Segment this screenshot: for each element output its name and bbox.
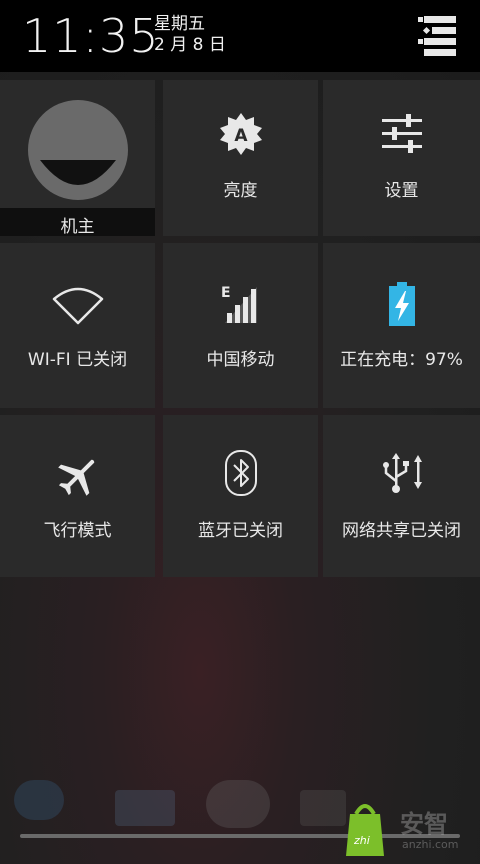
tile-brightness[interactable]: A 亮度 bbox=[163, 80, 318, 236]
dock-app-icon bbox=[14, 780, 64, 820]
watermark-url: anzhi.com bbox=[402, 838, 459, 851]
tile-owner[interactable]: 机主 bbox=[0, 80, 155, 236]
date-block: 星期五 2 月 8 日 bbox=[154, 14, 226, 56]
battery-charging-icon bbox=[388, 282, 415, 326]
tile-bluetooth[interactable]: 蓝牙已关闭 bbox=[163, 415, 318, 577]
clock-time: 11:35 bbox=[22, 9, 160, 63]
tile-battery[interactable]: 正在充电：97% bbox=[323, 243, 480, 408]
brightness-auto-icon: A bbox=[219, 113, 262, 155]
airplane-icon bbox=[57, 459, 94, 496]
tile-wifi[interactable]: WI-FI 已关闭 bbox=[0, 243, 155, 408]
signal-strength-icon: E bbox=[221, 285, 257, 323]
bluetooth-off-icon bbox=[224, 450, 257, 496]
tile-battery-label: 正在充电：97% bbox=[340, 350, 463, 370]
wifi-off-icon bbox=[52, 287, 103, 325]
weekday-text: 星期五 bbox=[154, 14, 205, 34]
tile-owner-label: 机主 bbox=[60, 217, 95, 236]
list-settings-icon bbox=[418, 16, 456, 56]
dock-apps-icon bbox=[206, 780, 270, 828]
notification-list-toggle-button[interactable] bbox=[414, 14, 462, 58]
tile-brightness-label: 亮度 bbox=[223, 181, 258, 201]
usb-tethering-icon bbox=[382, 453, 422, 493]
tile-wifi-label: WI-FI 已关闭 bbox=[27, 350, 128, 370]
avatar-icon bbox=[27, 100, 128, 200]
tile-mobile-label: 中国移动 bbox=[206, 350, 275, 370]
watermark-brand: 安智 bbox=[400, 810, 448, 838]
anzhi-watermark: zhi 安智 anzhi.com bbox=[340, 794, 470, 860]
tile-settings[interactable]: 设置 bbox=[323, 80, 480, 236]
svg-text:A: A bbox=[234, 126, 248, 146]
tile-airplane[interactable]: 飞行模式 bbox=[0, 415, 155, 577]
tile-tethering[interactable]: 网络共享已关闭 bbox=[323, 415, 480, 577]
network-type-text: E bbox=[221, 285, 231, 301]
svg-text:zhi: zhi bbox=[353, 834, 370, 847]
tile-settings-label: 设置 bbox=[384, 181, 419, 201]
status-header: 11:35 星期五 2 月 8 日 bbox=[0, 0, 480, 72]
dock-app-icon bbox=[115, 790, 175, 826]
date-text: 2 月 8 日 bbox=[154, 35, 226, 55]
tile-bluetooth-label: 蓝牙已关闭 bbox=[198, 521, 283, 541]
tile-mobile-network[interactable]: E 中国移动 bbox=[163, 243, 318, 408]
tile-tethering-label: 网络共享已关闭 bbox=[342, 521, 461, 541]
settings-sliders-icon bbox=[381, 114, 422, 153]
tile-airplane-label: 飞行模式 bbox=[43, 521, 112, 541]
